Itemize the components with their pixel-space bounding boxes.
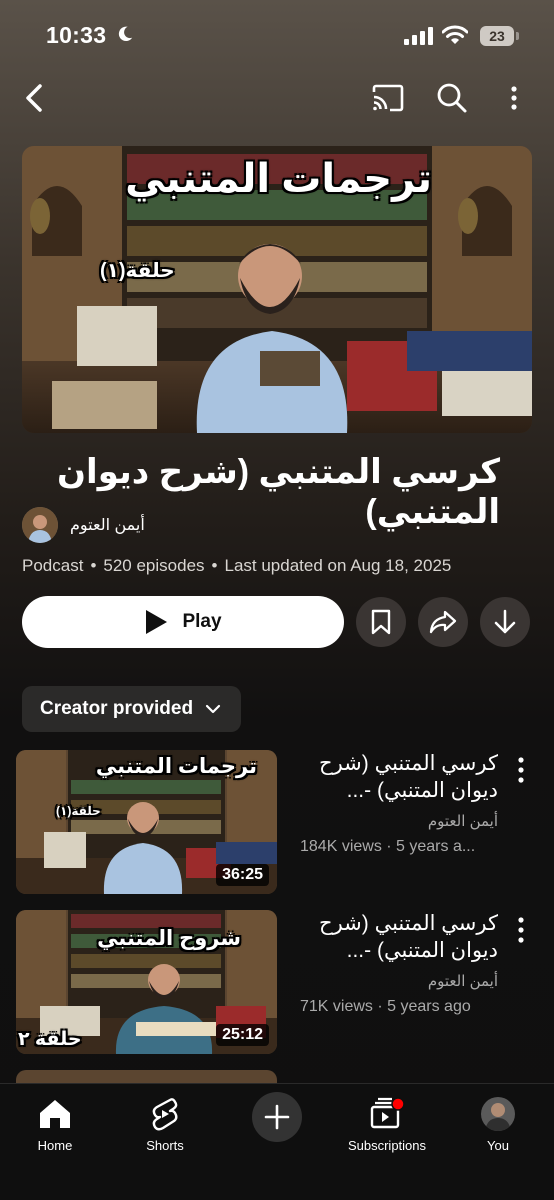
more-options-button[interactable] [500,78,528,118]
back-button[interactable] [18,78,50,118]
episode-item-partial[interactable] [16,1070,554,1084]
chevron-down-icon [205,704,221,714]
meta-separator: • [90,556,97,575]
battery-tip [516,32,519,40]
episode-thumbnail[interactable]: شروح المتنبي حلقة ٢ 25:12 [16,910,277,1054]
nav-you[interactable]: You [443,1094,553,1153]
download-button[interactable] [480,597,530,647]
duration-badge: 25:12 [216,1024,269,1046]
download-icon [494,609,516,634]
playlist-meta: Podcast • 520 episodes • Last updated on Aug… [22,556,451,576]
plus-icon [264,1104,290,1130]
episode-stats: 184K views · 5 years a... [300,838,476,855]
nav-subscriptions[interactable]: Subscriptions [332,1094,442,1153]
duration-badge: 36:25 [216,864,269,886]
meta-separator: • [211,556,218,575]
episode-overlay-title: ترجمات المتنبي [95,755,257,778]
bookmark-icon [371,609,391,635]
moon-icon [118,26,133,42]
status-bar: 10:33 23 [0,0,554,70]
cast-icon [372,84,404,112]
episode-overlay-sub: حلقة ٢ [18,1029,82,1050]
share-icon [429,610,457,634]
nav-subscriptions-label: Subscriptions [347,1138,427,1153]
create-button[interactable] [252,1092,302,1142]
play-button-label: Play [182,611,222,632]
channel-row[interactable]: أيمن العتوم [22,506,145,544]
battery-indicator: 23 [480,26,514,46]
share-button[interactable] [418,597,468,647]
meta-type: Podcast [22,556,84,575]
sort-filter-label: Creator provided [40,698,194,719]
save-button[interactable] [356,597,406,647]
channel-name: أيمن العتوم [70,517,145,534]
nav-you-label: You [487,1138,509,1153]
episode-thumbnail[interactable]: ترجمات المتنبي حلقة(١) 36:25 [16,750,277,894]
episode-overlay-sub: حلقة(١) [56,804,101,818]
back-arrow-icon [26,84,42,112]
episode-more-icon[interactable] [512,756,530,784]
episode-thumbnail[interactable] [16,1070,277,1084]
channel-avatar [22,507,58,543]
nav-shorts[interactable]: Shorts [110,1094,220,1153]
home-icon [40,1100,70,1128]
thumbnail-overlay-title: ترجمات المتنبي [125,157,432,201]
episode-more-icon[interactable] [512,916,530,944]
thumbnail-overlay-episode: حلقة(١) [100,260,175,282]
nav-create[interactable] [222,1092,332,1142]
top-bar [0,72,554,124]
episode-channel: أيمن العتوم [427,813,498,830]
play-icon [146,610,168,634]
episode-stats: 71K views · 5 years ago [300,998,471,1015]
avatar [481,1097,515,1131]
play-button[interactable]: Play [22,596,344,648]
episode-channel: أيمن العتوم [427,973,498,990]
bottom-navigation: Home Shorts Subscriptions You [0,1083,554,1200]
sort-filter-chip[interactable]: Creator provided [22,686,241,732]
kebab-menu-icon [511,86,517,110]
meta-episode-count: 520 episodes [103,556,205,575]
search-icon [437,83,467,113]
search-button[interactable] [432,78,472,118]
cast-button[interactable] [368,78,408,118]
episode-title[interactable]: كرسي المتنبي (شرح ديوان المتنبي) -... [298,910,498,964]
shorts-icon [152,1098,178,1131]
episode-overlay-title: شروح المتنبي [97,927,241,950]
meta-last-updated: Last updated on Aug 18, 2025 [224,556,452,575]
subscriptions-icon [370,1097,405,1129]
episode-item[interactable]: ترجمات المتنبي حلقة(١) 36:25 كرسي المتنب… [16,750,554,894]
signal-icon [404,27,433,45]
nav-home[interactable]: Home [0,1094,110,1153]
nav-home-label: Home [37,1138,73,1153]
episode-title[interactable]: كرسي المتنبي (شرح ديوان المتنبي) -... [298,750,498,804]
wifi-icon [442,25,468,44]
episode-item[interactable]: شروح المتنبي حلقة ٢ 25:12 كرسي المتنبي (… [16,910,554,1054]
nav-shorts-label: Shorts [146,1138,184,1153]
playlist-thumbnail[interactable]: ترجمات المتنبي حلقة(١) [22,146,532,433]
status-time: 10:33 [46,22,107,48]
